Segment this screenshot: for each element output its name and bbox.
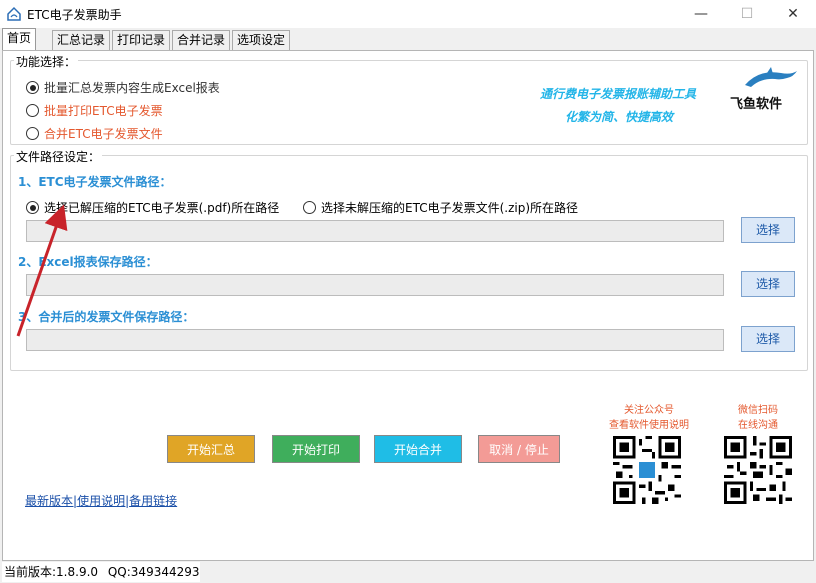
- tab-merge-records[interactable]: 合并记录: [172, 30, 231, 50]
- option-zip-path-label: 选择未解压缩的ETC电子发票文件(.zip)所在路径: [321, 201, 579, 215]
- qr-caption-official: 关注公众号 查看软件使用说明: [603, 403, 695, 433]
- slogan-line-1: 通行费电子发票报账辅助工具: [540, 87, 697, 101]
- maximize-icon: ☐: [740, 6, 754, 22]
- select-excel-path-button[interactable]: 选择: [741, 271, 795, 297]
- minimize-button[interactable]: —: [678, 0, 724, 28]
- option-zip-path[interactable]: 选择未解压缩的ETC电子发票文件(.zip)所在路径: [303, 199, 578, 216]
- qr2-line2: 在线沟通: [738, 420, 778, 431]
- radio-unchecked-icon: [303, 201, 316, 214]
- home-panel: 功能选择： 批量汇总发票内容生成Excel报表 批量打印ETC电子发票 合并ET…: [2, 50, 814, 561]
- close-icon: ✕: [787, 6, 799, 22]
- close-button[interactable]: ✕: [770, 0, 816, 28]
- start-summary-button[interactable]: 开始汇总: [167, 435, 255, 463]
- manual-link[interactable]: 使用说明: [77, 494, 125, 508]
- slogan-line-2: 化繁为简、快捷高效: [565, 110, 674, 124]
- footer-links: 最新版本|使用说明|备用链接: [25, 492, 177, 509]
- qr-code-wechat-icon: [724, 436, 792, 504]
- start-merge-button[interactable]: 开始合并: [374, 435, 462, 463]
- cancel-stop-button[interactable]: 取消 / 停止: [478, 435, 560, 463]
- start-print-button[interactable]: 开始打印: [272, 435, 360, 463]
- window-title: ETC电子发票助手: [27, 8, 122, 22]
- status-info: 当前版本:1.8.9.0 QQ:349344293: [2, 562, 200, 582]
- status-bar: 当前版本:1.8.9.0 QQ:349344293: [0, 562, 816, 583]
- select-pdf-path-button[interactable]: 选择: [741, 217, 795, 243]
- select-merge-path-button[interactable]: 选择: [741, 326, 795, 352]
- backup-link[interactable]: 备用链接: [129, 494, 177, 508]
- title-bar: ETC电子发票助手 — ☐ ✕: [0, 0, 816, 28]
- latest-version-link[interactable]: 最新版本: [25, 494, 73, 508]
- tab-summary-records[interactable]: 汇总记录: [52, 30, 111, 50]
- minimize-icon: —: [694, 6, 708, 22]
- tab-options[interactable]: 选项设定: [232, 30, 291, 50]
- qq-text: QQ:349344293: [107, 565, 200, 579]
- excel-path-field[interactable]: [26, 274, 724, 296]
- merge-path-field[interactable]: [26, 329, 724, 351]
- pdf-path-field[interactable]: [26, 220, 724, 242]
- app-icon: [7, 6, 21, 21]
- tab-home[interactable]: 首页: [2, 28, 37, 50]
- qr1-line1: 关注公众号: [624, 405, 674, 416]
- dolphin-logo-icon: [745, 67, 797, 87]
- annotation-arrow-icon: [16, 204, 68, 337]
- tab-print-records[interactable]: 打印记录: [112, 30, 171, 50]
- maximize-button[interactable]: ☐: [724, 0, 770, 28]
- version-text: 当前版本:1.8.9.0: [4, 565, 99, 579]
- qr-code-official-icon: [613, 436, 681, 504]
- brand-name: 飞鱼软件: [730, 97, 783, 112]
- qr2-line1: 微信扫码: [738, 405, 778, 416]
- qr1-line2: 查看软件使用说明: [609, 420, 689, 431]
- qr-caption-wechat: 微信扫码 在线沟通: [718, 403, 798, 433]
